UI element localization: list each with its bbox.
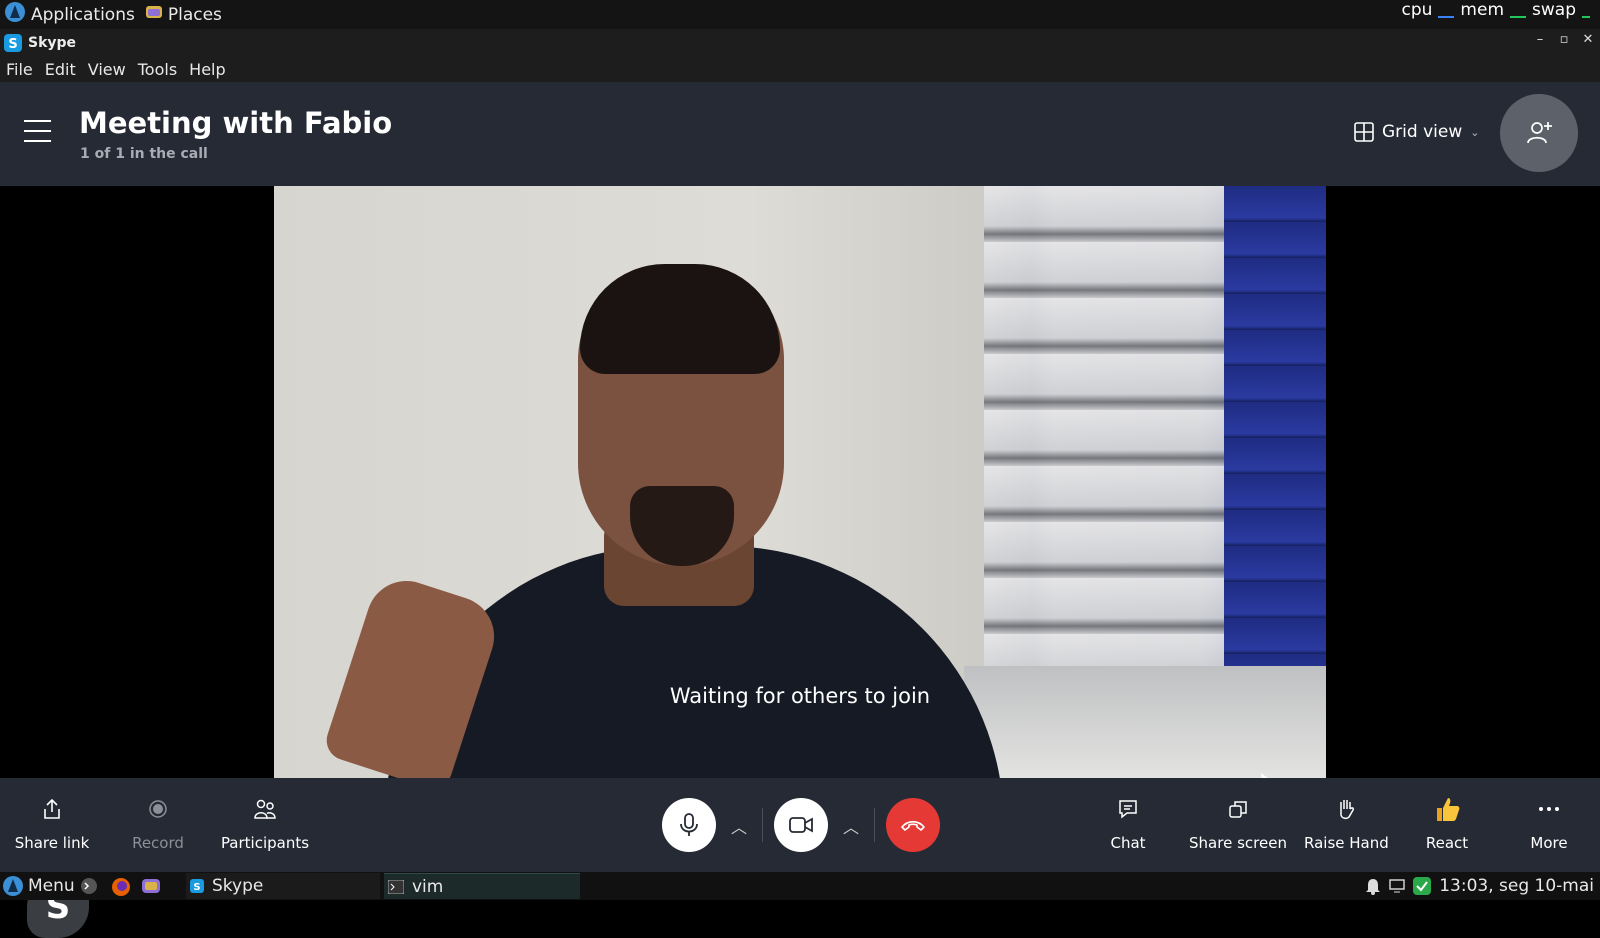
applications-menu[interactable]: Applications (4, 0, 135, 29)
distro-logo-icon (4, 1, 26, 28)
self-video-feed: Waiting for others to join (274, 186, 1326, 778)
video-wall-sill (964, 666, 1326, 778)
skype-app-icon: S (190, 879, 204, 893)
svg-text:S: S (193, 882, 200, 893)
window-controls: – ▫ ✕ (1532, 32, 1596, 47)
places-menu[interactable]: Places (145, 0, 222, 29)
start-menu-label: Menu (28, 876, 75, 896)
taskbar-vim-label: vim (412, 876, 444, 897)
record-button[interactable]: Record (122, 796, 194, 852)
mem-monitor-graph (1510, 16, 1527, 18)
chat-label: Chat (1110, 834, 1146, 852)
skype-app-icon: S (4, 33, 22, 52)
react-label: React (1425, 834, 1469, 852)
mem-monitor-label: mem (1460, 0, 1505, 20)
participant-count: 1 of 1 in the call (80, 146, 208, 162)
minimize-icon[interactable]: – (1532, 32, 1548, 47)
raise-hand-icon (1304, 796, 1388, 822)
thumbs-up-icon (1420, 796, 1474, 822)
microphone-icon (678, 812, 700, 838)
more-icon (1524, 796, 1574, 822)
call-stage: Waiting for others to join S (0, 186, 1600, 938)
chat-button[interactable]: Chat (1100, 796, 1156, 852)
terminal-icon (388, 879, 404, 894)
terminal-launcher-icon[interactable] (80, 877, 98, 895)
taskbar-skype-window[interactable]: S Skype (186, 873, 380, 899)
places-label: Places (167, 4, 222, 25)
more-label: More (1530, 834, 1568, 852)
participants-button[interactable]: Participants (218, 796, 312, 852)
video-window-blinds (984, 186, 1224, 666)
taskbar-vim-window[interactable]: vim (384, 873, 580, 899)
share-screen-icon (1188, 796, 1288, 822)
menu-tools[interactable]: Tools (138, 60, 177, 79)
hang-up-button[interactable] (886, 798, 940, 852)
cpu-monitor-label: cpu (1401, 0, 1433, 20)
video-blue-window (1224, 186, 1326, 666)
grid-view-selector[interactable]: Grid view ⌄ (1354, 122, 1479, 142)
system-top-panel: Applications Places cpu mem swap (0, 0, 1600, 29)
display-icon[interactable] (1389, 879, 1405, 893)
more-button[interactable]: More (1524, 796, 1574, 852)
applications-label: Applications (31, 4, 135, 25)
hang-up-icon (900, 818, 926, 832)
share-icon (12, 796, 92, 822)
share-link-label: Share link (14, 834, 90, 852)
menu-edit[interactable]: Edit (45, 60, 76, 79)
video-person-hair (580, 264, 780, 374)
share-screen-label: Share screen (1189, 834, 1287, 852)
camera-options-chevron-icon[interactable]: ︿ (843, 814, 859, 838)
window-title: Skype (28, 34, 77, 51)
close-icon[interactable]: ✕ (1580, 32, 1596, 47)
distro-logo-icon (2, 875, 24, 897)
menu-bar: File Edit View Tools Help (0, 56, 1600, 82)
chat-icon (1100, 796, 1156, 822)
camera-button[interactable] (774, 798, 828, 852)
system-monitors: cpu mem swap (1401, 0, 1590, 20)
meeting-title: Meeting with Fabio (79, 106, 393, 140)
participants-label: Participants (220, 834, 310, 852)
divider (762, 808, 763, 842)
bottom-taskbar: Menu S Skype vim 13:03, seg 10-mai (0, 872, 1600, 900)
update-ok-icon[interactable] (1413, 877, 1432, 895)
share-link-button[interactable]: Share link (12, 796, 92, 852)
add-person-icon (1524, 118, 1554, 148)
record-icon (122, 796, 194, 822)
taskbar-skype-label: Skype (212, 876, 264, 896)
call-header: Meeting with Fabio 1 of 1 in the call Gr… (0, 82, 1600, 186)
record-label: Record (132, 834, 184, 852)
raise-hand-button[interactable]: Raise Hand (1304, 796, 1389, 852)
waiting-status: Waiting for others to join (669, 684, 931, 708)
notification-bell-icon[interactable] (1365, 877, 1381, 895)
menu-help[interactable]: Help (189, 60, 225, 79)
swap-monitor-graph (1582, 16, 1590, 18)
folder-icon (145, 4, 163, 25)
grid-view-label: Grid view (1382, 122, 1463, 142)
swap-monitor-label: swap (1532, 0, 1576, 20)
video-camera-icon (788, 815, 814, 835)
participants-icon (218, 796, 312, 822)
chevron-down-icon: ⌄ (1470, 125, 1480, 139)
mic-options-chevron-icon[interactable]: ︿ (731, 814, 747, 838)
grid-icon (1354, 122, 1374, 142)
files-launcher-icon[interactable] (141, 877, 161, 895)
divider (874, 808, 875, 842)
raise-hand-label: Raise Hand (1304, 834, 1389, 852)
system-tray: 13:03, seg 10-mai (1365, 872, 1594, 900)
microphone-button[interactable] (662, 798, 716, 852)
menu-file[interactable]: File (6, 60, 33, 79)
window-titlebar: S Skype – ▫ ✕ (0, 29, 1600, 56)
hamburger-menu-icon[interactable] (24, 120, 51, 144)
start-menu-button[interactable]: Menu (2, 872, 75, 900)
react-button[interactable]: React (1420, 796, 1474, 852)
clock[interactable]: 13:03, seg 10-mai (1439, 876, 1594, 896)
menu-view[interactable]: View (88, 60, 126, 79)
call-controls: Share link Record Participants ︿ ︿ Chat … (0, 778, 1600, 872)
firefox-launcher-icon[interactable] (111, 877, 131, 897)
svg-text:S: S (8, 37, 17, 52)
add-participant-button[interactable] (1500, 94, 1578, 172)
maximize-icon[interactable]: ▫ (1556, 32, 1572, 47)
cpu-monitor-graph (1438, 16, 1455, 18)
share-screen-button[interactable]: Share screen (1188, 796, 1288, 852)
